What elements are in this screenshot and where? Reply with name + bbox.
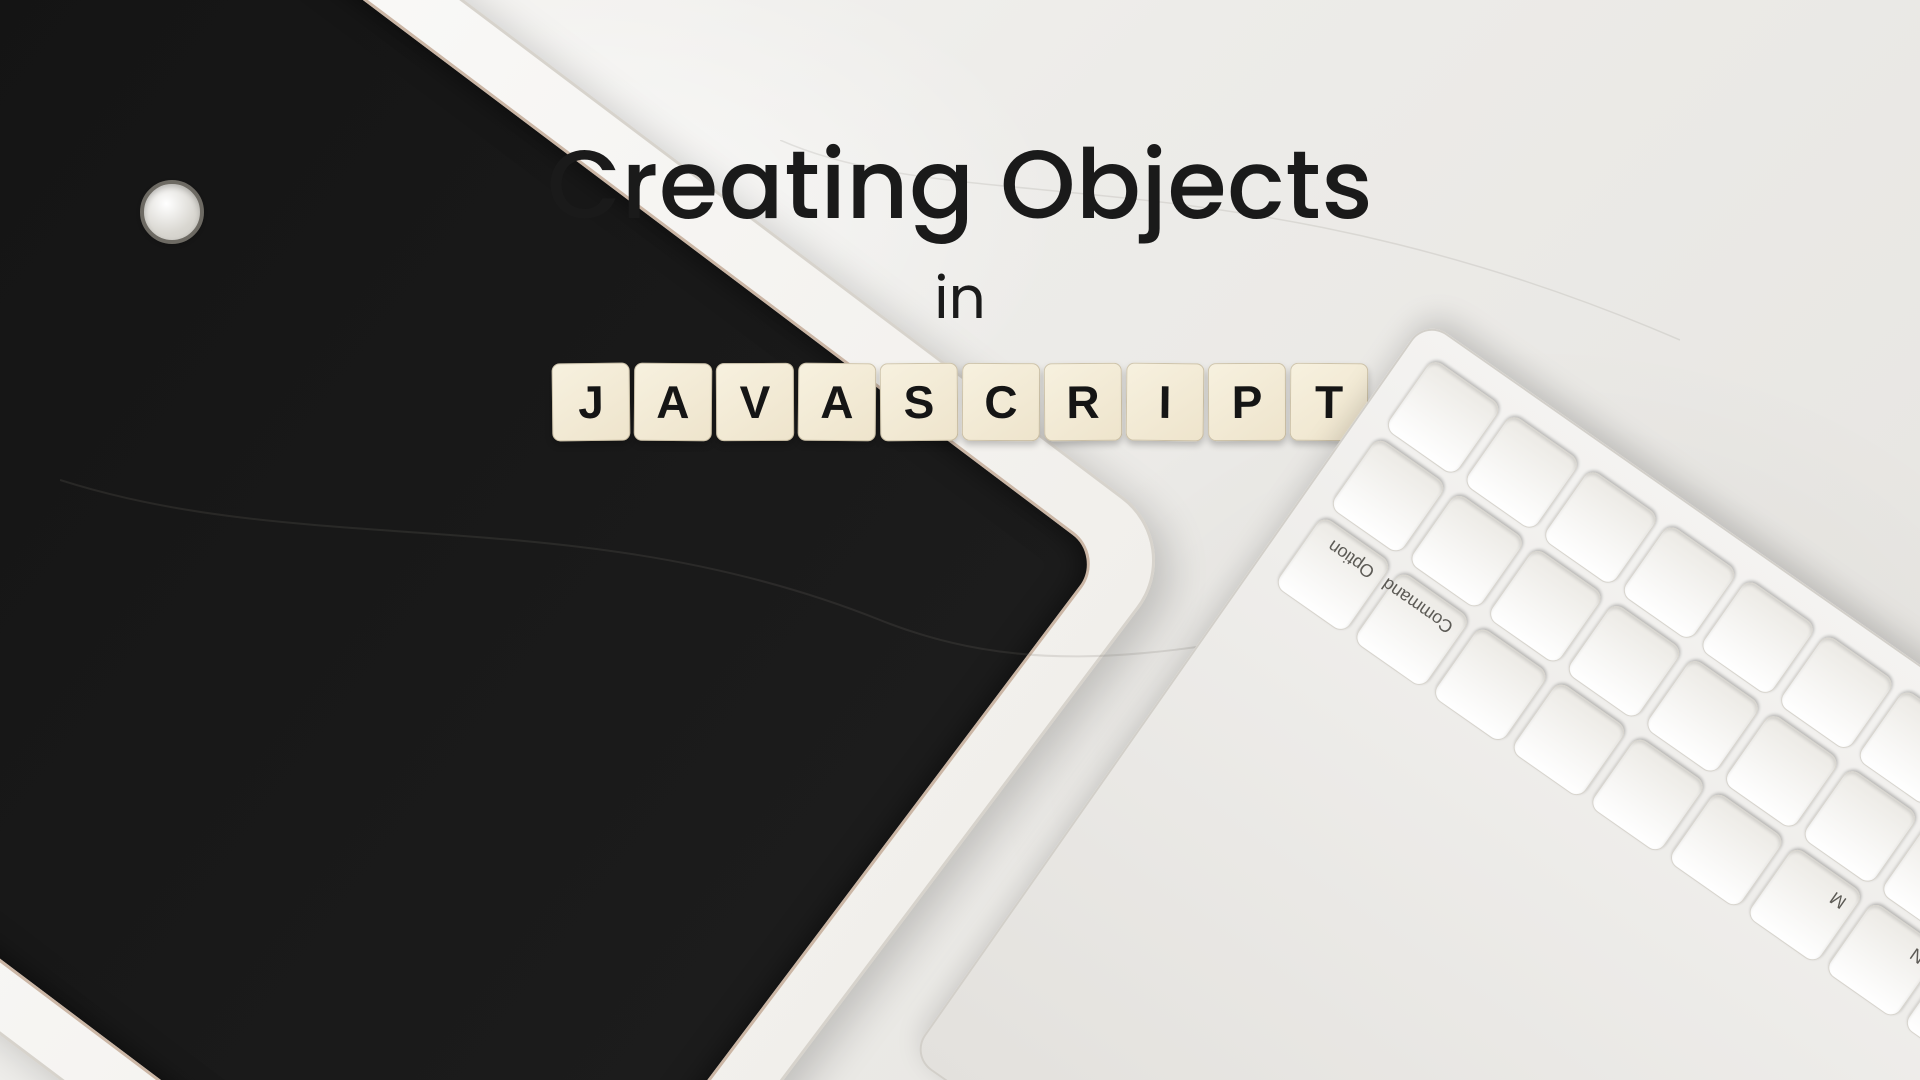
title-block: Creating Objects in bbox=[360, 135, 1560, 328]
keyboard-key-grid: Option Command M N B J H bbox=[1273, 358, 1920, 1080]
tile: I bbox=[1126, 363, 1205, 442]
tile: J bbox=[552, 363, 631, 442]
tile: V bbox=[716, 363, 794, 441]
tile: S bbox=[880, 363, 959, 442]
tablet-home-button bbox=[140, 180, 204, 244]
title-sub: in bbox=[360, 270, 1560, 328]
scene-stage: Creating Objects in J A V A S C R I P T bbox=[0, 0, 1920, 1080]
title-main: Creating Objects bbox=[360, 135, 1560, 236]
tile: R bbox=[1044, 363, 1123, 442]
tile: A bbox=[634, 363, 713, 442]
tile: P bbox=[1208, 363, 1286, 441]
tile: C bbox=[962, 363, 1040, 441]
tile: A bbox=[798, 363, 877, 442]
scrabble-tiles-row: J A V A S C R I P T bbox=[552, 363, 1368, 441]
